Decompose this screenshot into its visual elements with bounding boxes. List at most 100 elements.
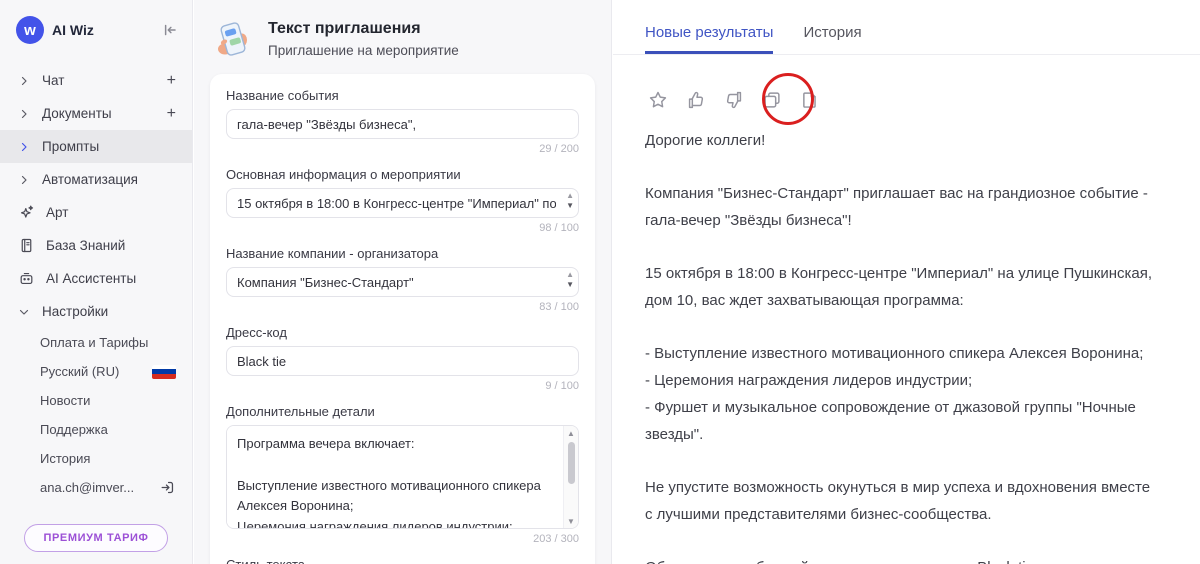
result-paragraph: 15 октября в 18:00 в Конгресс-центре "Им… [645,265,1153,309]
prompt-form-panel: Текст приглашения Приглашение на меропри… [194,0,612,564]
sidebar-item-label: История [40,451,91,466]
field-company-name: Название компании - организатора ▲▼ 83 /… [226,246,579,313]
field-text-style: Стиль текста [226,557,579,564]
sidebar-item-label: Промпты [42,139,100,154]
prompt-header: Текст приглашения Приглашение на меропри… [194,0,611,74]
dress-code-input[interactable] [226,346,579,376]
app-window: w AI Wiz Чат + Документы + Промпты Автом… [0,0,1200,564]
premium-tariff-button[interactable]: ПРЕМИУМ ТАРИФ [24,524,168,552]
sidebar-item-label: Документы [42,106,112,121]
logout-icon[interactable] [159,479,176,496]
russian-flag-icon [152,364,176,379]
results-panel: Новые результаты История Дорогие коллеги… [613,0,1200,564]
event-info-input[interactable] [226,188,579,218]
prompt-subtitle: Приглашение на мероприятие [268,43,459,58]
sidebar-item-support[interactable]: Поддержка [0,415,192,444]
scroll-down-icon[interactable]: ▼ [567,514,575,528]
char-counter: 83 / 100 [539,301,579,313]
field-event-name: Название события 29 / 200 [226,88,579,155]
field-label: Название события [226,88,339,103]
collapse-sidebar-icon[interactable] [160,21,178,39]
sidebar-item-label: Поддержка [40,422,108,437]
prompt-titles: Текст приглашения Приглашение на меропри… [268,20,459,58]
company-name-input[interactable] [226,267,579,297]
tab-new-results[interactable]: Новые результаты [645,24,774,54]
invitation-prompt-icon [212,18,254,60]
sidebar-item-ai-assistants[interactable]: AI Ассистенты [0,262,192,295]
sidebar-item-label: Новости [40,393,91,408]
textarea-scrollbar[interactable]: ▲ ▼ [563,426,578,528]
sidebar-item-label: AI Ассистенты [46,271,137,286]
robot-icon [18,270,35,287]
sidebar-item-label: База Знаний [46,238,126,253]
tabs-divider [613,54,1200,55]
field-additional-details: Дополнительные детали Программа вечера в… [226,404,579,545]
field-label: Основная информация о мероприятии [226,167,461,182]
result-paragraph: - Выступление известного мотивационного … [645,345,1144,443]
book-icon [18,237,35,254]
copy-icon[interactable] [757,85,787,115]
chevron-right-icon [18,75,30,87]
sidebar-item-label: Настройки [42,304,109,319]
app-title: AI Wiz [52,22,94,38]
tab-history[interactable]: История [803,24,861,54]
field-event-info: Основная информация о мероприятии ▲▼ 98 … [226,167,579,234]
sidebar-item-art[interactable]: Арт [0,196,192,229]
char-counter: 9 / 100 [545,380,579,392]
result-text: Дорогие коллеги! Компания "Бизнес-Станда… [613,115,1200,564]
sidebar-nav: Чат + Документы + Промпты Автоматизация … [0,64,192,502]
result-paragraph: Не упустите возможность окунуться в мир … [645,479,1151,523]
result-actions [643,73,1200,125]
ai-wiz-logo-icon: w [16,16,44,44]
scroll-arrows-icon[interactable]: ▲ ▼ [566,271,574,291]
field-label: Стиль текста [226,557,579,564]
sidebar-item-knowledge-base[interactable]: База Знаний [0,229,192,262]
char-counter: 98 / 100 [539,222,579,234]
result-paragraph: Компания "Бизнес-Стандарт" приглашает ва… [645,185,1148,229]
scrollbar-thumb[interactable] [567,442,575,484]
sidebar-item-label: Чат [42,73,65,88]
prompt-form-card: Название события 29 / 200 Основная инфор… [210,74,595,564]
sidebar-header: w AI Wiz [0,0,192,58]
chevron-right-icon [18,108,30,120]
chevron-right-icon [18,174,30,186]
sidebar-item-documents[interactable]: Документы + [0,97,192,130]
add-chat-icon[interactable]: + [167,72,176,90]
prompt-title: Текст приглашения [268,20,421,37]
star-icon[interactable] [643,85,673,115]
event-name-input[interactable] [226,109,579,139]
sidebar-item-label: Русский (RU) [40,364,120,379]
thumbs-up-icon[interactable] [681,85,711,115]
results-tabs: Новые результаты История [613,0,1200,54]
field-label: Название компании - организатора [226,246,439,261]
sidebar-item-history[interactable]: История [0,444,192,473]
sidebar-item-label: Оплата и Тарифы [40,335,149,350]
thumbs-down-icon[interactable] [719,85,749,115]
sidebar-item-prompts[interactable]: Промпты [0,130,192,163]
sidebar-item-label: Автоматизация [42,172,138,187]
sidebar-item-label: Арт [46,205,69,220]
account-email-label: ana.ch@imver... [40,480,135,495]
sidebar-item-account[interactable]: ana.ch@imver... [0,473,192,502]
sidebar-item-chat[interactable]: Чат + [0,64,192,97]
char-counter: 29 / 200 [539,143,579,155]
sidebar-item-news[interactable]: Новости [0,386,192,415]
field-label: Дресс-код [226,325,287,340]
result-paragraph: Дорогие коллеги! [645,132,766,149]
sidebar-item-settings[interactable]: Настройки [0,295,192,328]
additional-details-textarea[interactable]: Программа вечера включает: Выступление и… [227,426,578,528]
char-counter: 203 / 300 [533,533,579,545]
sidebar: w AI Wiz Чат + Документы + Промпты Автом… [0,0,193,564]
sidebar-item-payments-tariffs[interactable]: Оплата и Тарифы [0,328,192,357]
chevron-down-icon [18,306,30,318]
scroll-arrows-icon[interactable]: ▲ ▼ [566,192,574,212]
sidebar-item-language[interactable]: Русский (RU) [0,357,192,386]
add-document-icon[interactable]: + [167,105,176,123]
field-label: Дополнительные детали [226,404,375,419]
file-icon[interactable] [795,85,825,115]
scroll-up-icon[interactable]: ▲ [567,426,575,440]
sidebar-item-automation[interactable]: Автоматизация [0,163,192,196]
chevron-right-icon [18,141,30,153]
sparkles-icon [18,204,35,221]
field-dress-code: Дресс-код 9 / 100 [226,325,579,392]
